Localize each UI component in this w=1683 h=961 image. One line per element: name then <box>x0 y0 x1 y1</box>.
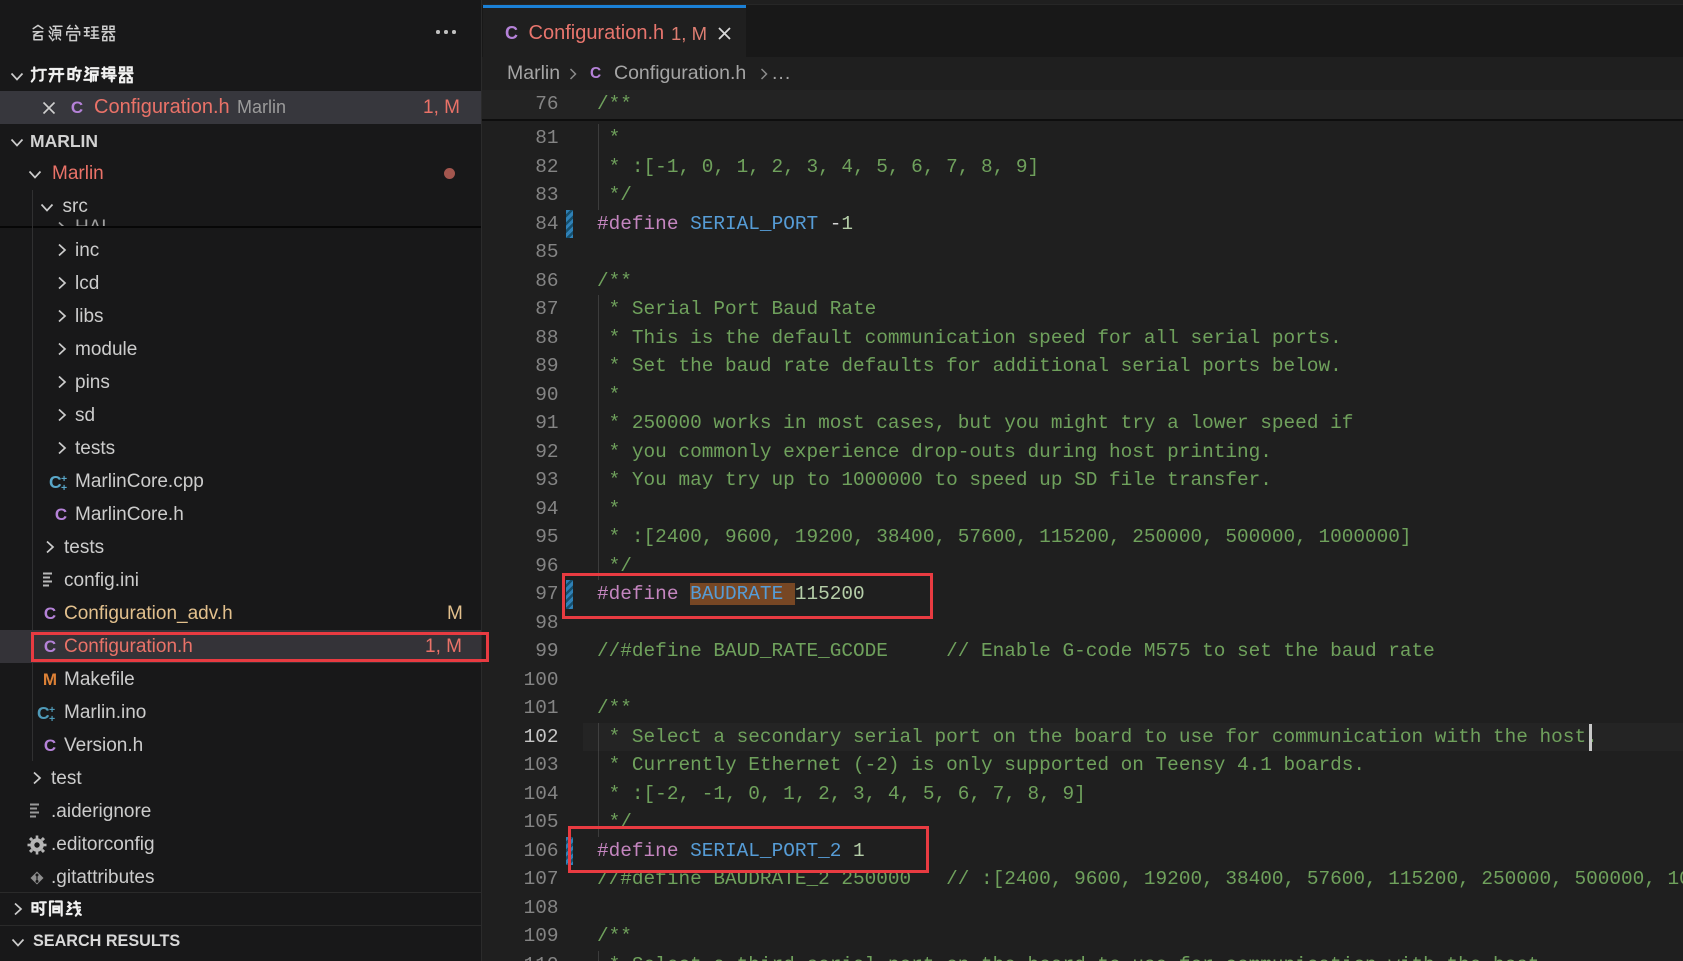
svg-text:+: + <box>49 713 55 725</box>
svg-text:+: + <box>61 482 67 494</box>
